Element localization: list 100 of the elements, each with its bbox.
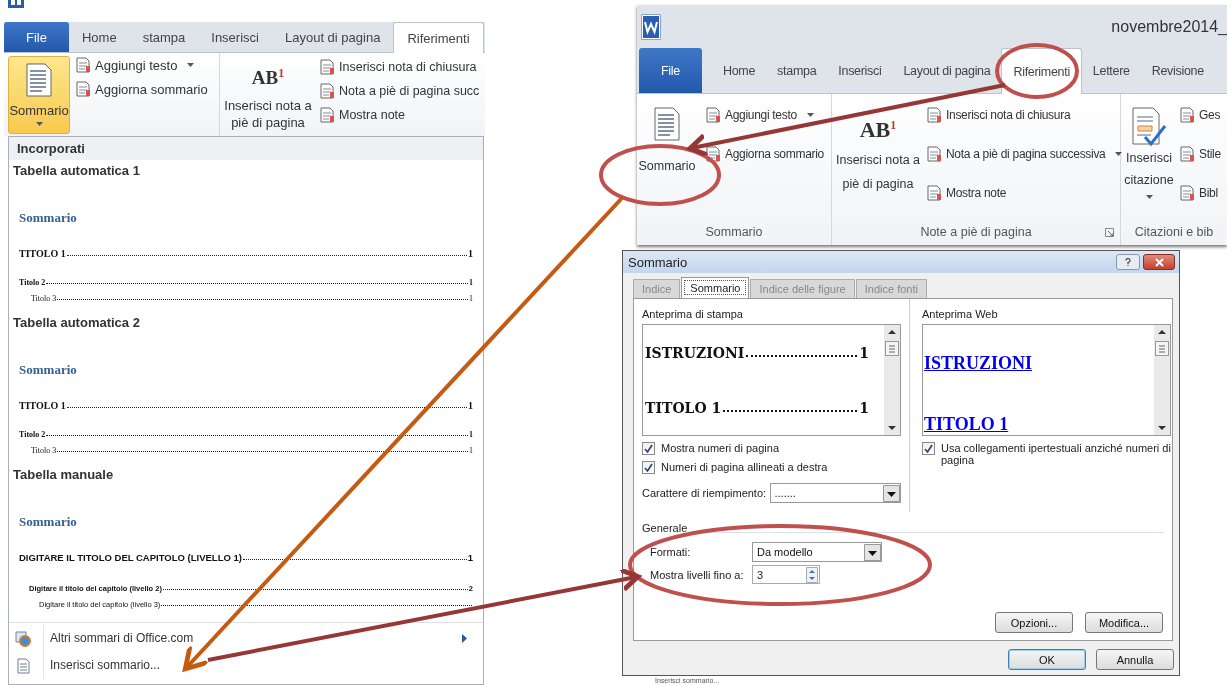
gallery-title[interactable]: Tabella automatica 2	[9, 312, 144, 334]
document-icon	[654, 107, 680, 141]
document-icon	[75, 57, 91, 73]
word-logo-icon	[641, 13, 661, 40]
ribbon-button[interactable]: Aggiorna sommario	[72, 81, 211, 97]
group-label: Citazioni e bib	[1134, 225, 1214, 239]
ribbon-tab[interactable]: Lettere	[1081, 48, 1141, 93]
page-number: 1	[468, 400, 473, 411]
toc-heading: Sommario	[19, 210, 77, 226]
checkbox-label: Numeri di pagina allineati a destra	[661, 461, 828, 473]
document-icon	[705, 107, 721, 123]
help-icon	[1125, 258, 1131, 266]
ribbon-button[interactable]: Aggiungi testo	[72, 57, 211, 73]
menu-item[interactable]: Inserisci sommario...	[9, 652, 483, 679]
file-tab[interactable]: File	[639, 48, 702, 93]
document-icon	[319, 83, 335, 99]
ribbon-tab[interactable]: Inserisci	[198, 22, 272, 52]
group-label: Sommario	[705, 225, 763, 239]
close-icon	[1154, 257, 1164, 267]
toc-entry: Titolo 3	[31, 446, 57, 455]
ribbon-button[interactable]: Aggiorna sommario	[703, 141, 826, 167]
window-title: novembre2014_	[1111, 17, 1227, 36]
field-label: Formati:	[650, 546, 692, 558]
page-number: 1	[469, 446, 473, 455]
toc-entry: TITOLO 1	[19, 248, 66, 259]
ribbon-tab[interactable]: Riferimenti	[393, 22, 484, 53]
document-icon	[75, 81, 91, 97]
ribbon-button[interactable]: Sommario	[8, 56, 70, 134]
ribbon-tab[interactable]: Revisione	[1140, 48, 1215, 93]
dialog-title: Sommario	[628, 254, 689, 270]
document-icon	[26, 63, 52, 97]
toc-entry: TITOLO 1	[645, 399, 722, 416]
ribbon-tab[interactable]: stampa	[129, 22, 199, 52]
page-number: 1	[469, 430, 473, 439]
help-button[interactable]	[1116, 254, 1140, 270]
page-number: 1	[467, 552, 473, 563]
footnote-icon: AB$^{1}$	[859, 113, 897, 143]
gallery-title[interactable]: Tabella manuale	[9, 464, 118, 486]
globe-document-icon	[15, 630, 31, 647]
toc-heading: Sommario	[19, 514, 77, 530]
toc-entry: Titolo 2	[19, 278, 46, 287]
ribbon-button[interactable]: Inserisci nota di chiusura	[316, 59, 483, 75]
dropdown-field[interactable]: .......	[769, 483, 901, 503]
ribbon-tab[interactable]: Home	[68, 22, 130, 52]
caret-icon	[1145, 195, 1153, 199]
page-number: 1	[469, 278, 473, 287]
ribbon-button[interactable]: Aggiungi testo	[703, 102, 826, 128]
dialog-button[interactable]: OK	[1008, 649, 1086, 670]
ribbon-button[interactable]: Stile	[1177, 141, 1223, 167]
toc-entry: Titolo 3	[31, 294, 57, 303]
document-icon	[1179, 107, 1195, 123]
number-field[interactable]: 3	[752, 565, 820, 584]
checkbox[interactable]	[642, 442, 655, 455]
toc-entry: TITOLO 1	[19, 400, 66, 411]
ribbon-button[interactable]: Ges	[1177, 102, 1223, 128]
checkbox[interactable]	[922, 442, 935, 455]
checkbox[interactable]	[642, 461, 655, 474]
document-icon	[319, 107, 335, 123]
close-button[interactable]	[1143, 254, 1175, 270]
toc-heading: Sommario	[19, 362, 77, 378]
page-number: 1	[469, 294, 473, 303]
document-icon	[1179, 185, 1195, 201]
toc-entry: DIGITARE IL TITOLO DEL CAPITOLO (LIVELLO 1)	[19, 552, 242, 563]
launcher-icon	[1105, 228, 1114, 237]
checkbox-label: Usa collegamenti ipertestuali anziché numeri di pagina	[941, 442, 1171, 466]
caret-icon	[187, 63, 195, 67]
dialog-button[interactable]: Annulla	[1096, 649, 1174, 670]
checkbox-label: Mostra numeri di pagina	[661, 442, 779, 454]
document-check-icon	[1131, 107, 1167, 147]
ribbon-tab[interactable]: Inserisci	[827, 48, 893, 93]
toc-entry: Titolo 2	[19, 430, 46, 439]
ribbon-button[interactable]: Nota a piè di pagina succ	[316, 83, 483, 99]
ribbon-tab[interactable]: Layout di pagina	[892, 48, 1002, 93]
section-label: Anteprima di stampa	[642, 308, 744, 320]
caret-icon	[35, 122, 43, 126]
spinner-arrows-icon	[806, 566, 818, 583]
page-number: 1	[859, 344, 869, 361]
dropdown-field[interactable]: Da modello	[752, 542, 882, 562]
ribbon-tab[interactable]: stampa	[766, 48, 828, 93]
ribbon-button[interactable]: Mostra note	[316, 107, 483, 123]
dialog-button[interactable]: Opzioni...	[995, 612, 1073, 633]
ribbon-button[interactable]: AB$^{1}$ Inserisci nota a piè di pagina	[220, 53, 316, 137]
document-icon	[15, 657, 31, 674]
ribbon-button[interactable]: Sommario	[637, 94, 697, 223]
ribbon-button[interactable]: AB$^{1}$ Inserisci nota a piè di pagina	[832, 94, 924, 223]
footnote-icon: AB$^{1}$	[251, 66, 285, 90]
dialog-tab[interactable]: Sommario	[681, 277, 750, 298]
ribbon-tab[interactable]: Layout di pagina	[271, 22, 394, 52]
menu-item[interactable]: Altri sommari di Office.com	[9, 625, 483, 652]
dialog-button[interactable]: Modifica...	[1085, 612, 1163, 633]
caret-icon	[806, 113, 814, 117]
ribbon-button[interactable]: Bibl	[1177, 180, 1223, 206]
gallery-title[interactable]: Tabella automatica 1	[9, 160, 144, 182]
document-icon	[926, 107, 942, 123]
page-number: 1	[468, 248, 473, 259]
menu-header: Incorporati	[9, 137, 483, 160]
ribbon-tab[interactable]: Home	[711, 48, 767, 93]
document-icon	[1179, 146, 1195, 162]
file-tab[interactable]: File	[4, 22, 69, 52]
document-icon	[926, 146, 942, 162]
